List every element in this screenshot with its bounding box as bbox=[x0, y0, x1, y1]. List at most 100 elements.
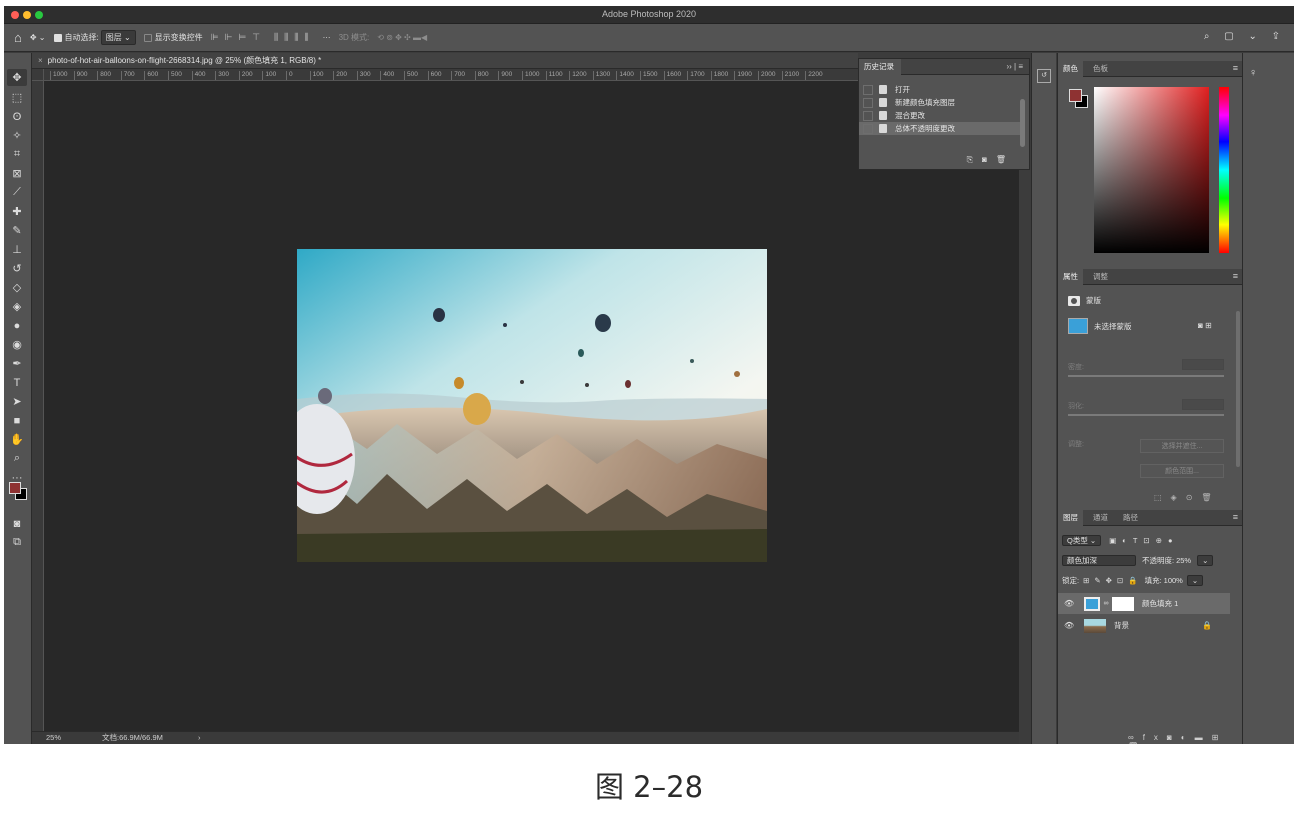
tab-adjustments[interactable]: 调整 bbox=[1088, 269, 1113, 285]
opacity-dropdown-icon[interactable]: ⌄ bbox=[1197, 555, 1214, 566]
foreground-color-swatch[interactable] bbox=[9, 482, 21, 494]
crop-tool-icon[interactable]: ⌗ bbox=[7, 146, 27, 163]
healing-brush-tool-icon[interactable]: ✚ bbox=[7, 203, 27, 220]
history-item[interactable]: 总体不透明度更改 bbox=[859, 122, 1021, 135]
tab-history[interactable]: 历史记录 bbox=[859, 59, 901, 75]
stamp-tool-icon[interactable]: ⊥ bbox=[7, 241, 27, 258]
fill-layer-thumbnail bbox=[1084, 596, 1100, 611]
zoom-tool-icon[interactable]: ⌕ bbox=[7, 450, 27, 467]
panel-menu-icon[interactable]: ≡ bbox=[1233, 271, 1238, 281]
layer-filter-icons[interactable]: ▣◐T⊡⊕● bbox=[1109, 536, 1178, 545]
layer-row-color-fill[interactable]: 👁 ∞ 颜色填充 1 bbox=[1058, 593, 1230, 614]
mask-add-icons[interactable]: ◙ ⊞ bbox=[1198, 321, 1212, 330]
canvas-area[interactable] bbox=[44, 81, 1019, 731]
mask-selector[interactable]: 未选择蒙版 bbox=[1068, 318, 1132, 334]
properties-scrollbar[interactable] bbox=[1236, 311, 1240, 467]
top-right-icons[interactable]: ⌕ ▢ ⌄ ⇪ bbox=[1204, 31, 1286, 42]
hand-tool-icon[interactable]: ✋ bbox=[7, 431, 27, 448]
align-buttons-icon[interactable]: ⊫⊩⊨⊤ bbox=[211, 32, 266, 43]
paint-bucket-tool-icon[interactable]: ◈ bbox=[7, 298, 27, 315]
color-range-button[interactable]: 颜色范围... bbox=[1140, 464, 1224, 478]
properties-footer-icons[interactable]: ⬚◈⊙🗑 bbox=[1154, 493, 1221, 502]
ruler-tick: 200 bbox=[238, 71, 253, 80]
tab-channels[interactable]: 通道 bbox=[1088, 510, 1113, 526]
history-scrollbar[interactable] bbox=[1020, 99, 1025, 147]
home-icon[interactable]: ⌂ bbox=[14, 30, 22, 45]
layer-mask-thumbnail[interactable] bbox=[1112, 596, 1134, 611]
history-footer-icons[interactable]: ⎘◙🗑 bbox=[967, 155, 1015, 165]
layers-footer-icons[interactable]: ∞fx◙◐▬⊞🗑 bbox=[1128, 733, 1242, 744]
panel-menu-icon[interactable]: ≡ bbox=[1233, 63, 1238, 73]
vertical-ruler[interactable] bbox=[32, 81, 44, 731]
blend-mode-dropdown[interactable]: 颜色加深 bbox=[1062, 555, 1136, 566]
history-panel-controls[interactable]: ›› | ≡ bbox=[1006, 62, 1023, 71]
fill-layer-thumbnail bbox=[1068, 318, 1088, 334]
quick-mask-icon[interactable]: ◙ bbox=[7, 515, 27, 532]
history-source-checkbox[interactable] bbox=[863, 123, 873, 134]
tab-paths[interactable]: 路径 bbox=[1118, 510, 1143, 526]
history-brush-tool-icon[interactable]: ↺ bbox=[7, 260, 27, 277]
ruler-tick: 1100 bbox=[545, 71, 563, 80]
history-item[interactable]: 新建颜色填充图层 bbox=[859, 96, 1021, 109]
path-selection-tool-icon[interactable]: ➤ bbox=[7, 393, 27, 410]
status-menu-arrow[interactable]: › bbox=[198, 732, 201, 744]
color-picker-field[interactable] bbox=[1094, 87, 1209, 253]
eyedropper-tool-icon[interactable]: ⟋ bbox=[7, 184, 27, 201]
tab-layers[interactable]: 图层 bbox=[1058, 510, 1083, 526]
eraser-tool-icon[interactable]: ◇ bbox=[7, 279, 27, 296]
marquee-tool-icon[interactable]: ⬚ bbox=[7, 89, 27, 106]
brush-tool-icon[interactable]: ✎ bbox=[7, 222, 27, 239]
history-source-checkbox[interactable] bbox=[863, 97, 873, 108]
rectangle-tool-icon[interactable]: ■ bbox=[7, 412, 27, 429]
visibility-eye-icon[interactable]: 👁 bbox=[1064, 621, 1078, 630]
blur-tool-icon[interactable]: ● bbox=[7, 317, 27, 334]
3d-mode-icons[interactable]: ⟲ ⊚ ✥ ✣ ▬◀ bbox=[377, 33, 427, 42]
tab-swatches[interactable]: 色板 bbox=[1088, 61, 1113, 77]
visibility-eye-icon[interactable]: 👁 bbox=[1064, 599, 1078, 608]
fill-value[interactable]: 100% bbox=[1164, 576, 1183, 585]
lightbulb-icon[interactable]: ♀ bbox=[1249, 67, 1257, 79]
select-and-mask-button[interactable]: 选择并遮住... bbox=[1140, 439, 1224, 453]
link-icon[interactable]: ∞ bbox=[1102, 600, 1110, 607]
layer-row-background[interactable]: 👁 背景 🔒 bbox=[1058, 615, 1230, 636]
density-field[interactable] bbox=[1182, 359, 1224, 370]
screen-mode-icon[interactable]: ⧉ bbox=[7, 534, 27, 551]
feather-field[interactable] bbox=[1182, 399, 1224, 410]
close-tab-icon[interactable]: × bbox=[38, 56, 43, 65]
document-image[interactable] bbox=[297, 249, 767, 562]
auto-select-checkbox[interactable]: 自动选择: bbox=[53, 32, 99, 43]
history-source-checkbox[interactable] bbox=[863, 110, 873, 121]
history-source-checkbox[interactable] bbox=[863, 84, 873, 95]
show-transform-checkbox[interactable]: 显示变换控件 bbox=[143, 32, 203, 43]
ruler-tick: 1000 bbox=[50, 71, 67, 80]
zoom-level[interactable]: 25% bbox=[46, 732, 61, 744]
panel-menu-icon[interactable]: ≡ bbox=[1233, 512, 1238, 522]
history-panel-icon[interactable]: ↺ bbox=[1037, 69, 1051, 83]
lock-icons[interactable]: ⊞✎✥⊡🔒 bbox=[1083, 576, 1142, 585]
pen-tool-icon[interactable]: ✒ bbox=[7, 355, 27, 372]
move-tool-icon[interactable]: ✥ ⌄ bbox=[30, 33, 46, 42]
dodge-tool-icon[interactable]: ◉ bbox=[7, 336, 27, 353]
tab-color[interactable]: 颜色 bbox=[1058, 61, 1083, 77]
ruler-origin[interactable] bbox=[32, 69, 44, 81]
fill-dropdown-icon[interactable]: ⌄ bbox=[1186, 575, 1204, 586]
more-options-button[interactable]: ··· bbox=[323, 33, 331, 42]
frame-tool-icon[interactable]: ⊠ bbox=[7, 165, 27, 182]
history-item[interactable]: 打开 bbox=[859, 83, 1021, 96]
feather-slider[interactable] bbox=[1068, 414, 1224, 416]
hue-slider[interactable] bbox=[1219, 87, 1229, 253]
history-item[interactable]: 混合更改 bbox=[859, 109, 1021, 122]
auto-select-dropdown[interactable]: 图层 ⌄ bbox=[100, 30, 136, 45]
opacity-value[interactable]: 25% bbox=[1176, 556, 1191, 565]
move-tool-icon[interactable]: ✥ bbox=[7, 69, 27, 86]
layer-filter-dropdown[interactable]: Q类型 ⌄ bbox=[1062, 535, 1102, 546]
type-tool-icon[interactable]: T bbox=[7, 374, 27, 391]
distribute-buttons-icon[interactable]: ⫼⫼⫼⫼ bbox=[274, 32, 315, 43]
color-foreground-swatch[interactable] bbox=[1069, 89, 1082, 102]
density-label: 密度: bbox=[1068, 364, 1084, 371]
document-tab[interactable]: × photo-of-hot-air-balloons-on-flight-266… bbox=[32, 53, 858, 69]
tab-properties[interactable]: 属性 bbox=[1058, 269, 1083, 285]
magic-wand-tool-icon[interactable]: ✧ bbox=[7, 127, 27, 144]
density-slider[interactable] bbox=[1068, 375, 1224, 377]
lasso-tool-icon[interactable]: ʘ bbox=[7, 108, 27, 125]
